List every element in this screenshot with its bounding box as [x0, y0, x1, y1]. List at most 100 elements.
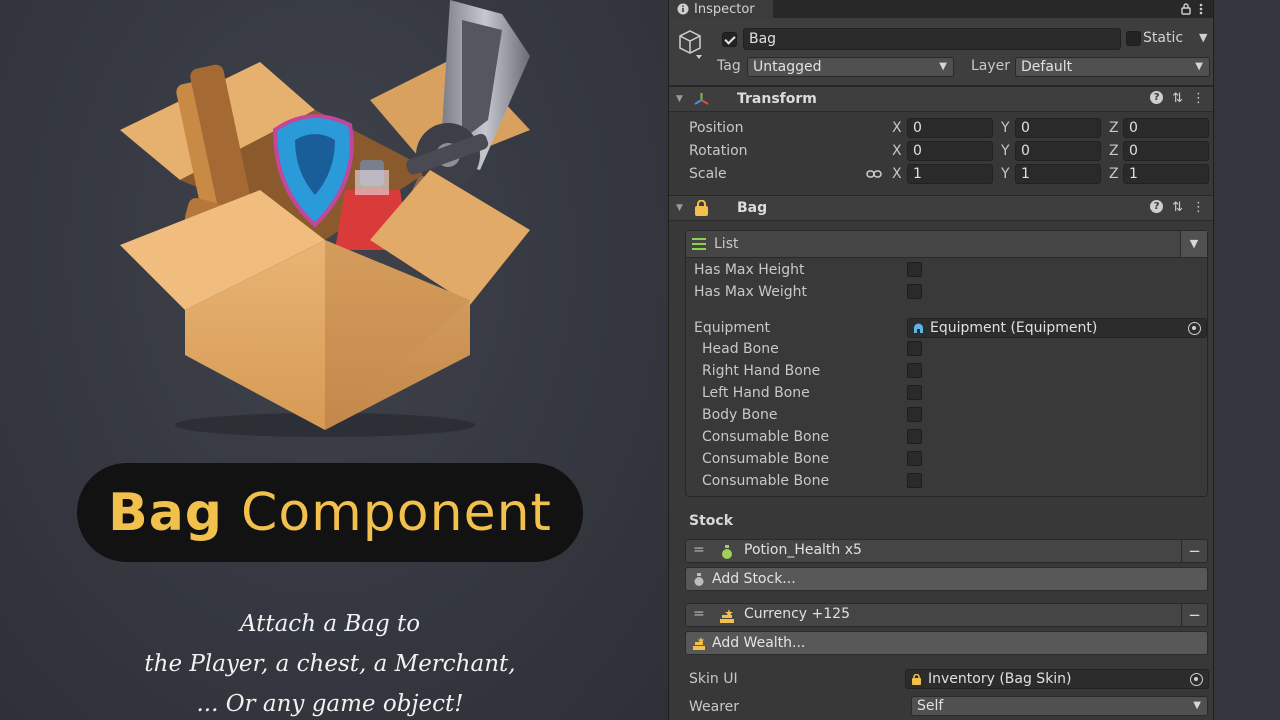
bone-checkbox-consumable-3[interactable] [907, 473, 922, 488]
transform-axes-icon [694, 93, 709, 105]
wearer-label: Wearer [689, 699, 740, 715]
settings-icon[interactable]: ⇅ [1172, 200, 1183, 215]
skin-ui-value: Inventory (Bag Skin) [928, 671, 1072, 687]
tab-bar: Inspector [669, 0, 1213, 18]
scale-y-field[interactable]: 1 [1015, 164, 1101, 184]
position-label: Position [689, 120, 744, 136]
tag-dropdown[interactable]: Untagged ▼ [747, 57, 954, 77]
help-icon[interactable]: ? [1150, 200, 1164, 213]
wealth-item-row[interactable]: = Currency +125 − [685, 603, 1208, 627]
has-max-height-checkbox[interactable] [907, 262, 922, 277]
stock-heading: Stock [689, 513, 734, 529]
list-label: List [714, 236, 739, 252]
tagline: Attach a Bag to the Player, a chest, a M… [80, 604, 580, 720]
tab-icons [1181, 0, 1203, 18]
position-z-field[interactable]: 0 [1123, 118, 1209, 138]
bone-checkbox-left-hand[interactable] [907, 385, 922, 400]
bone-label-right-hand: Right Hand Bone [702, 363, 821, 379]
transform-controls: ? ⇅ ⋮ [1150, 91, 1205, 106]
tagline-line-2: the Player, a chest, a Merchant, [144, 651, 516, 677]
wearer-value: Self [917, 698, 944, 714]
currency-icon [720, 609, 734, 623]
chevron-down-icon: ▼ [1193, 700, 1201, 711]
has-max-weight-checkbox[interactable] [907, 284, 922, 299]
add-wealth-label: Add Wealth... [712, 635, 806, 651]
rotation-x-label: X [892, 143, 902, 159]
rotation-z-field[interactable]: 0 [1123, 141, 1209, 161]
tab-inspector-label: Inspector [694, 1, 755, 17]
position-x-field[interactable]: 0 [907, 118, 993, 138]
equipment-field[interactable]: Equipment (Equipment) [907, 318, 1207, 338]
more-icon[interactable]: ⋮ [1192, 200, 1205, 215]
layer-value: Default [1021, 59, 1073, 75]
more-icon[interactable]: ⋮ [1192, 91, 1205, 106]
layer-dropdown[interactable]: Default ▼ [1015, 57, 1210, 77]
scale-x-field[interactable]: 1 [907, 164, 993, 184]
target-icon[interactable] [1188, 322, 1201, 335]
right-background-strip [1214, 0, 1280, 720]
chevron-down-icon: ▼ [1195, 61, 1203, 72]
active-checkbox[interactable] [722, 32, 737, 47]
position-y-field[interactable]: 0 [1015, 118, 1101, 138]
bone-checkbox-consumable-1[interactable] [907, 429, 922, 444]
stock-item-label: Potion_Health x5 [744, 542, 862, 558]
drag-handle-icon[interactable]: = [693, 606, 705, 622]
bone-checkbox-body[interactable] [907, 407, 922, 422]
target-icon[interactable] [1190, 673, 1203, 686]
scale-z-field[interactable]: 1 [1123, 164, 1209, 184]
add-stock-button[interactable]: Add Stock... [685, 567, 1208, 591]
rotation-y-field[interactable]: 0 [1015, 141, 1101, 161]
tab-inspector[interactable]: Inspector [669, 0, 773, 18]
bone-checkbox-consumable-2[interactable] [907, 451, 922, 466]
fold-arrow-icon[interactable]: ▼ [676, 203, 683, 213]
more-icon[interactable] [1199, 3, 1203, 15]
add-wealth-button[interactable]: Add Wealth... [685, 631, 1208, 655]
equipment-label: Equipment [694, 320, 770, 336]
help-icon[interactable]: ? [1150, 91, 1164, 104]
transform-header[interactable]: ▼ Transform ? ⇅ ⋮ [669, 86, 1213, 112]
bone-label-left-hand: Left Hand Bone [702, 385, 810, 401]
promo-panel: Bag Component Attach a Bag to the Player… [0, 0, 668, 720]
has-max-weight-label: Has Max Weight [694, 284, 808, 300]
bag-controls: ? ⇅ ⋮ [1150, 200, 1205, 215]
object-name-field[interactable]: Bag [743, 28, 1121, 50]
list-type-header[interactable]: List ▼ [686, 231, 1207, 258]
static-label: Static [1143, 30, 1184, 46]
bag-component-header[interactable]: ▼ Bag ? ⇅ ⋮ [669, 195, 1213, 221]
scale-x-label: X [892, 166, 902, 182]
scale-label: Scale [689, 166, 727, 182]
bone-checkbox-right-hand[interactable] [907, 363, 922, 378]
bone-label-consumable-2: Consumable Bone [702, 451, 830, 467]
bone-checkbox-head[interactable] [907, 341, 922, 356]
static-dropdown-arrow[interactable]: ▼ [1199, 31, 1207, 44]
title-bold: Bag [108, 482, 224, 543]
wearer-dropdown[interactable]: Self ▼ [911, 696, 1208, 716]
tagline-line-3: ... Or any game object! [196, 691, 464, 717]
rotation-x-field[interactable]: 0 [907, 141, 993, 161]
info-icon [677, 3, 689, 15]
chevron-down-icon[interactable]: ▼ [1180, 231, 1207, 257]
cube-icon[interactable] [677, 28, 703, 60]
skin-ui-label: Skin UI [689, 671, 738, 687]
remove-stock-button[interactable]: − [1181, 540, 1207, 562]
position-x-label: X [892, 120, 902, 136]
lock-icon[interactable] [1181, 3, 1191, 15]
equipment-value: Equipment (Equipment) [930, 320, 1098, 336]
drag-handle-icon[interactable]: = [693, 542, 705, 558]
remove-wealth-button[interactable]: − [1181, 604, 1207, 626]
static-checkbox[interactable] [1126, 31, 1141, 46]
scale-y-label: Y [1001, 166, 1010, 182]
settings-icon[interactable]: ⇅ [1172, 91, 1183, 106]
skin-ui-field[interactable]: Inventory (Bag Skin) [905, 669, 1209, 689]
currency-icon [693, 637, 705, 650]
fold-arrow-icon[interactable]: ▼ [676, 94, 683, 104]
tagline-line-1: Attach a Bag to [239, 611, 421, 637]
box-illustration-icon [120, 0, 530, 437]
has-max-height-label: Has Max Height [694, 262, 805, 278]
title-pill: Bag Component [77, 463, 583, 562]
link-icon[interactable] [866, 168, 882, 180]
position-z-label: Z [1109, 120, 1119, 136]
title-rest: Component [241, 482, 552, 543]
stock-item-row[interactable]: = Potion_Health x5 − [685, 539, 1208, 563]
rotation-label: Rotation [689, 143, 748, 159]
